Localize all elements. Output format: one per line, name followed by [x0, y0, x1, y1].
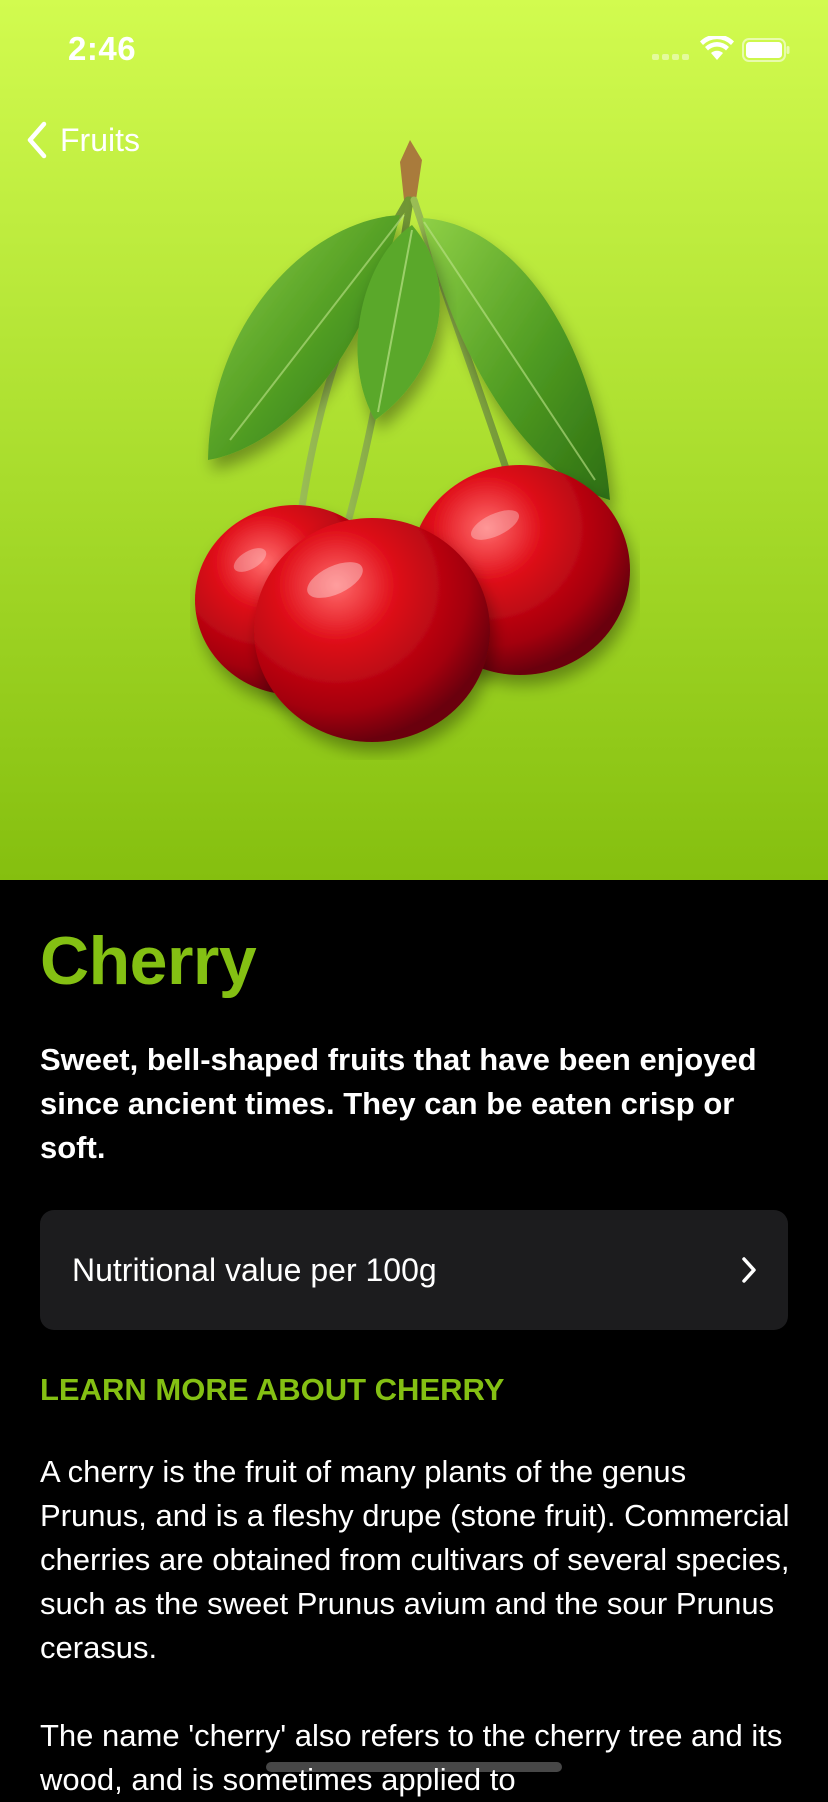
hero-header: 2:46 Fruits: [0, 0, 828, 880]
battery-icon: [742, 38, 790, 62]
chevron-left-icon: [27, 121, 47, 159]
wifi-icon: [700, 36, 734, 60]
chevron-right-icon: [742, 1257, 756, 1283]
nutrition-button[interactable]: Nutritional value per 100g: [40, 1210, 788, 1330]
nutrition-button-label: Nutritional value per 100g: [72, 1251, 437, 1288]
page-title: Cherry: [40, 923, 257, 999]
home-indicator[interactable]: [266, 1762, 562, 1772]
cherry-image: [195, 140, 630, 742]
back-button[interactable]: Fruits: [24, 118, 140, 162]
section-title: LEARN MORE ABOUT CHERRY: [40, 1372, 505, 1407]
status-time: 2:46: [68, 30, 137, 67]
cellular-signal-icon: [652, 52, 692, 60]
description-paragraph: A cherry is the fruit of many plants of …: [40, 1454, 790, 1665]
back-button-label: Fruits: [60, 121, 140, 158]
status-bar: 2:46: [0, 0, 828, 100]
description-paragraph: The name 'cherry' also refers to the che…: [40, 1718, 783, 1797]
fruit-headline: Sweet, bell-shaped fruits that have been…: [40, 1042, 757, 1165]
fruit-detail: Cherry Sweet, bell-shaped fruits that ha…: [0, 880, 828, 1797]
